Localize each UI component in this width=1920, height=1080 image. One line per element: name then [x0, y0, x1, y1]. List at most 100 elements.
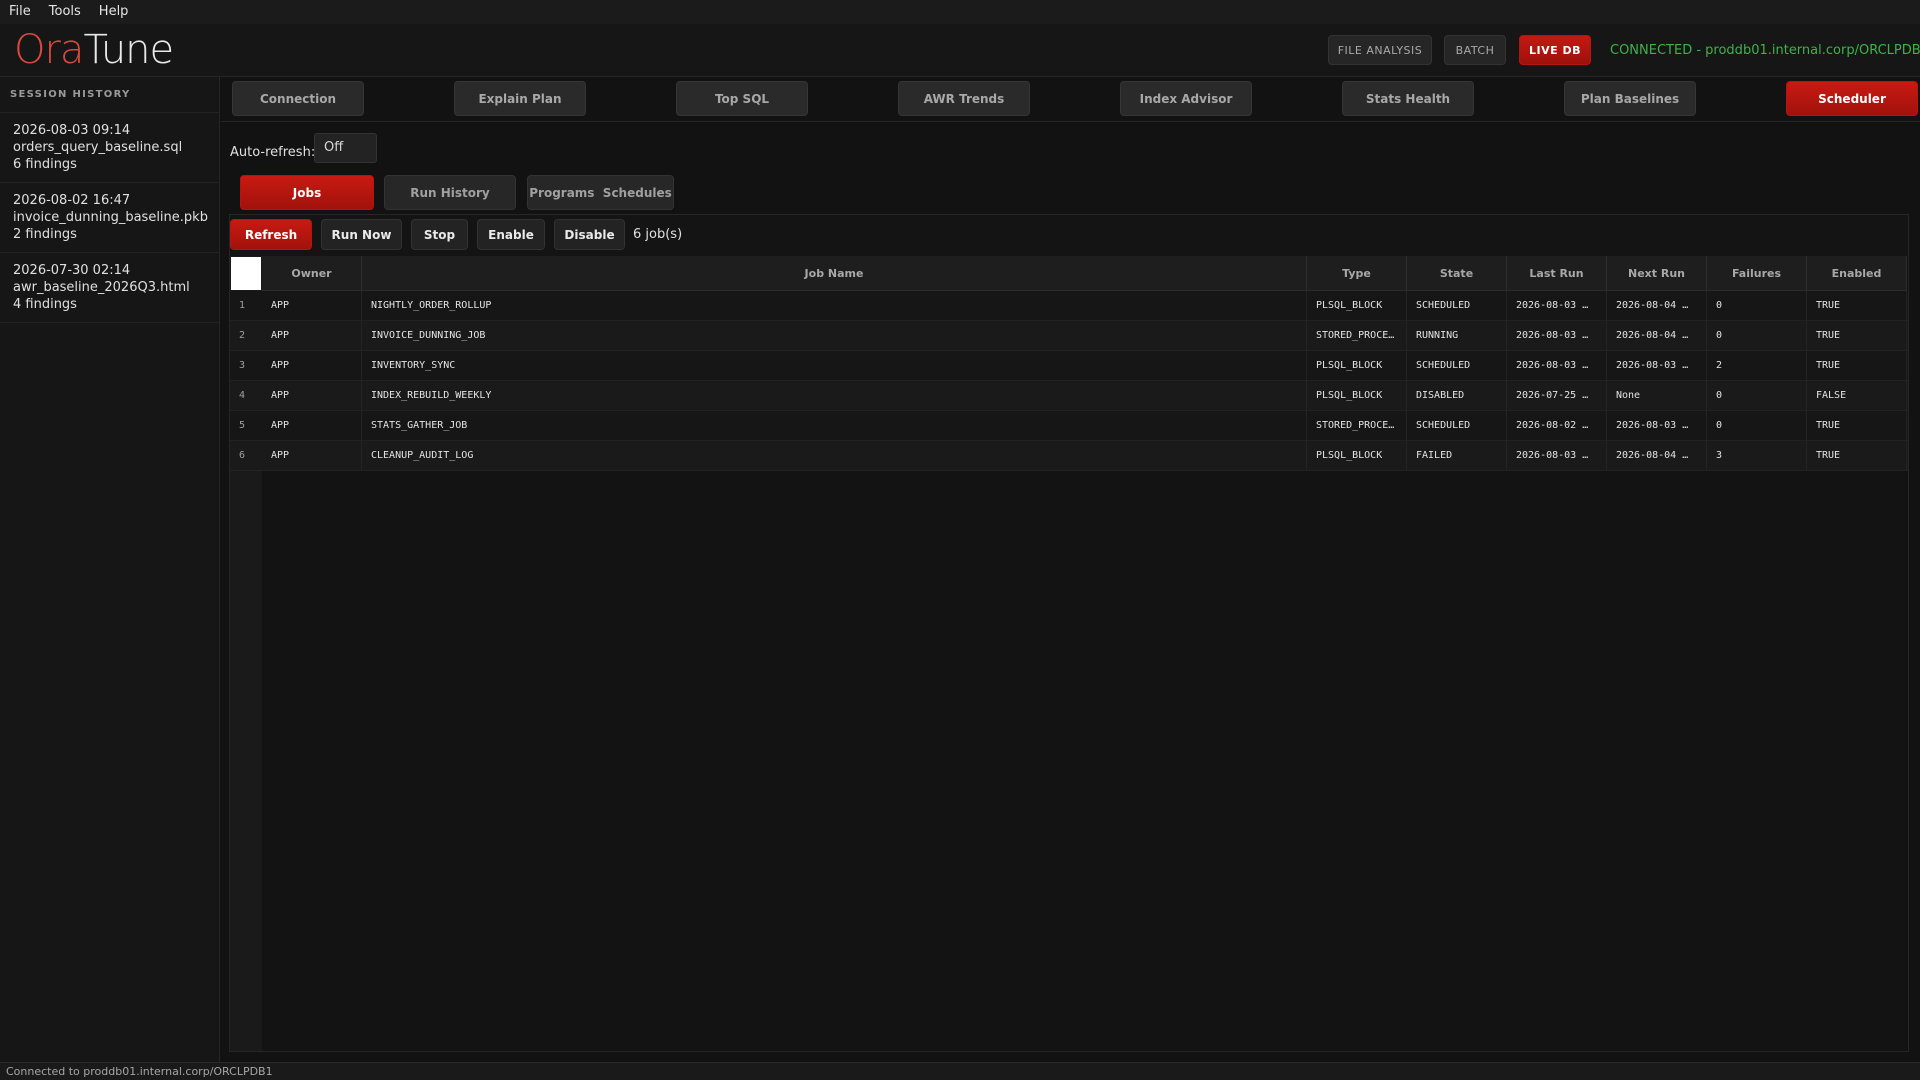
- session-item[interactable]: 2026-08-02 16:47 invoice_dunning_baselin…: [0, 183, 219, 253]
- cell-state: FAILED: [1407, 441, 1507, 471]
- cell-job-name: INVENTORY_SYNC: [362, 351, 1307, 381]
- session-item[interactable]: 2026-07-30 02:14 awr_baseline_2026Q3.htm…: [0, 253, 219, 323]
- column-header-type[interactable]: Type: [1307, 256, 1407, 291]
- table-row[interactable]: 3 APP INVENTORY_SYNC PLSQL_BLOCK SCHEDUL…: [230, 351, 1908, 381]
- table-row[interactable]: 1 APP NIGHTLY_ORDER_ROLLUP PLSQL_BLOCK S…: [230, 291, 1908, 321]
- table-row[interactable]: 6 APP CLEANUP_AUDIT_LOG PLSQL_BLOCK FAIL…: [230, 441, 1908, 471]
- cell-last-run: 2026-08-02 …: [1507, 411, 1607, 441]
- cell-next-run: 2026-08-04 …: [1607, 321, 1707, 351]
- refresh-button[interactable]: Refresh: [230, 219, 312, 250]
- tab-connection[interactable]: Connection: [232, 81, 364, 116]
- cell-job-name: NIGHTLY_ORDER_ROLLUP: [362, 291, 1307, 321]
- cell-failures: 0: [1707, 291, 1807, 321]
- cell-failures: 2: [1707, 351, 1807, 381]
- cell-next-run: 2026-08-04 …: [1607, 441, 1707, 471]
- table-row[interactable]: 5 APP STATS_GATHER_JOB STORED_PROCE… SCH…: [230, 411, 1908, 441]
- cell-owner: APP: [262, 411, 362, 441]
- stop-button[interactable]: Stop: [411, 219, 468, 250]
- table-row[interactable]: 4 APP INDEX_REBUILD_WEEKLY PLSQL_BLOCK D…: [230, 381, 1908, 411]
- cell-last-run: 2026-08-03 …: [1507, 441, 1607, 471]
- column-header-last-run[interactable]: Last Run: [1507, 256, 1607, 291]
- cell-enabled: TRUE: [1807, 411, 1907, 441]
- file-analysis-button[interactable]: FILE ANALYSIS: [1328, 35, 1432, 65]
- job-count: 6 job(s): [633, 227, 683, 242]
- tab-top-sql[interactable]: Top SQL: [676, 81, 808, 116]
- tab-explain-plan[interactable]: Explain Plan: [454, 81, 586, 116]
- cell-enabled: TRUE: [1807, 441, 1907, 471]
- tab-plan-baselines[interactable]: Plan Baselines: [1564, 81, 1696, 116]
- column-header-owner[interactable]: Owner: [262, 256, 362, 291]
- live-db-button[interactable]: LIVE DB: [1519, 35, 1591, 65]
- batch-button[interactable]: BATCH: [1444, 35, 1506, 65]
- cell-type: PLSQL_BLOCK: [1307, 441, 1407, 471]
- cell-owner: APP: [262, 351, 362, 381]
- table-row[interactable]: 2 APP INVOICE_DUNNING_JOB STORED_PROCE… …: [230, 321, 1908, 351]
- cell-last-run: 2026-08-03 …: [1507, 321, 1607, 351]
- select-all-corner[interactable]: [231, 257, 261, 290]
- cell-job-name: CLEANUP_AUDIT_LOG: [362, 441, 1307, 471]
- app-header: OraTune FILE ANALYSIS BATCH LIVE DB CONN…: [0, 24, 1920, 77]
- main-tab-bar: Connection Explain Plan Top SQL AWR Tren…: [222, 78, 1920, 120]
- session-findings: 6 findings: [13, 157, 77, 172]
- menu-tools[interactable]: Tools: [40, 0, 90, 24]
- jobs-table: Owner Job Name Type State Last Run Next …: [230, 256, 1908, 1051]
- logo-part-tune: Tune: [83, 27, 174, 73]
- cell-enabled: TRUE: [1807, 291, 1907, 321]
- run-now-button[interactable]: Run Now: [321, 219, 402, 250]
- connection-status: CONNECTED - proddb01.internal.corp/ORCLP…: [1610, 42, 1920, 58]
- app-logo: OraTune: [14, 26, 174, 74]
- cell-type: PLSQL_BLOCK: [1307, 351, 1407, 381]
- cell-next-run: None: [1607, 381, 1707, 411]
- session-findings: 4 findings: [13, 297, 77, 312]
- subtab-jobs[interactable]: Jobs: [240, 175, 374, 210]
- enable-button[interactable]: Enable: [477, 219, 545, 250]
- session-history-sidebar: SESSION HISTORY 2026-08-03 09:14 orders_…: [0, 77, 220, 1062]
- cell-job-name: INVOICE_DUNNING_JOB: [362, 321, 1307, 351]
- row-number: 3: [239, 360, 246, 371]
- cell-last-run: 2026-08-03 …: [1507, 351, 1607, 381]
- subtab-programs-schedules[interactable]: Programs Schedules: [527, 175, 674, 210]
- column-header-state[interactable]: State: [1407, 256, 1507, 291]
- cell-failures: 0: [1707, 381, 1807, 411]
- session-item[interactable]: 2026-08-03 09:14 orders_query_baseline.s…: [0, 113, 219, 183]
- column-header-job-name[interactable]: Job Name: [362, 256, 1307, 291]
- status-bar: Connected to proddb01.internal.corp/ORCL…: [0, 1062, 1920, 1080]
- menu-help[interactable]: Help: [90, 0, 138, 24]
- cell-failures: 0: [1707, 321, 1807, 351]
- session-history-heading: SESSION HISTORY: [0, 77, 219, 113]
- tab-awr-trends[interactable]: AWR Trends: [898, 81, 1030, 116]
- column-header-enabled[interactable]: Enabled: [1807, 256, 1907, 291]
- tab-index-advisor[interactable]: Index Advisor: [1120, 81, 1252, 116]
- column-header-next-run[interactable]: Next Run: [1607, 256, 1707, 291]
- auto-refresh-label: Auto-refresh:: [230, 145, 316, 160]
- logo-part-ora: Ora: [14, 27, 84, 73]
- auto-refresh-select[interactable]: Off: [314, 133, 377, 163]
- tab-scheduler[interactable]: Scheduler: [1786, 81, 1918, 116]
- cell-job-name: STATS_GATHER_JOB: [362, 411, 1307, 441]
- jobs-panel: Refresh Run Now Stop Enable Disable 6 jo…: [229, 214, 1909, 1052]
- cell-last-run: 2026-08-03 …: [1507, 291, 1607, 321]
- cell-type: STORED_PROCE…: [1307, 321, 1407, 351]
- tab-stats-health[interactable]: Stats Health: [1342, 81, 1474, 116]
- row-number: 1: [239, 300, 246, 311]
- cell-next-run: 2026-08-04 …: [1607, 291, 1707, 321]
- cell-failures: 0: [1707, 411, 1807, 441]
- session-time: 2026-07-30 02:14: [13, 263, 131, 278]
- cell-last-run: 2026-07-25 …: [1507, 381, 1607, 411]
- cell-enabled: TRUE: [1807, 351, 1907, 381]
- cell-owner: APP: [262, 321, 362, 351]
- menu-bar: File Tools Help: [0, 0, 1920, 24]
- cell-enabled: TRUE: [1807, 321, 1907, 351]
- cell-state: SCHEDULED: [1407, 411, 1507, 441]
- cell-state: SCHEDULED: [1407, 291, 1507, 321]
- cell-type: STORED_PROCE…: [1307, 411, 1407, 441]
- cell-next-run: 2026-08-03 …: [1607, 351, 1707, 381]
- menu-file[interactable]: File: [0, 0, 40, 24]
- cell-job-name: INDEX_REBUILD_WEEKLY: [362, 381, 1307, 411]
- disable-button[interactable]: Disable: [554, 219, 625, 250]
- column-header-failures[interactable]: Failures: [1707, 256, 1807, 291]
- subtab-run-history[interactable]: Run History: [384, 175, 516, 210]
- session-time: 2026-08-03 09:14: [13, 123, 131, 138]
- row-number: 2: [239, 330, 246, 341]
- cell-owner: APP: [262, 441, 362, 471]
